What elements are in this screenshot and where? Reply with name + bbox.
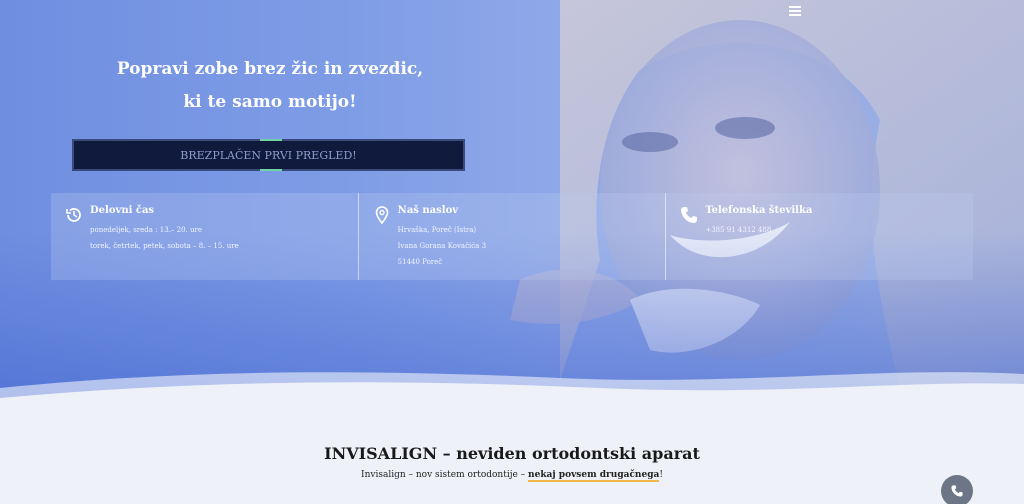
hero-headline-line2: ki te samo motijo! xyxy=(183,92,357,112)
phone-number-link[interactable]: +385 91 4312 488 xyxy=(705,222,973,238)
address-block: Naš naslov Hrvaška, Poreč (Istra) Ivana … xyxy=(357,193,666,280)
clock-history-icon xyxy=(66,208,81,222)
section-title: INVISALIGN – neviden ortodontski aparat xyxy=(324,444,700,463)
hero-wave-divider xyxy=(0,372,1024,420)
section-subtitle-text: Invisalign – nov sistem ortodontije – xyxy=(361,470,529,480)
map-pin-icon xyxy=(375,206,388,225)
call-button[interactable] xyxy=(941,475,973,504)
phone-block: Telefonska številka +385 91 4312 488 xyxy=(665,193,973,280)
section-subtitle-end: ! xyxy=(659,470,663,480)
address-line: 51440 Poreč xyxy=(397,258,443,266)
phone-title: Telefonska številka xyxy=(705,205,813,216)
section-subtitle: Invisalign – nov sistem ortodontije – ne… xyxy=(0,470,1024,482)
hours-title: Delovni čas xyxy=(90,205,155,216)
address-line: Ivana Gorana Kovačića 3 xyxy=(397,242,487,250)
hamburger-menu-icon[interactable] xyxy=(786,4,804,18)
address-title: Naš naslov xyxy=(397,205,459,216)
hero-headline-line1: Popravi zobe brez žic in zvezdic, xyxy=(116,59,424,79)
hours-block: Delovni čas ponedeljek, sreda : 13.– 20.… xyxy=(51,193,358,280)
hours-line: torek, četrtek, petek, sobota – 8. – 15.… xyxy=(90,242,239,250)
hours-line: ponedeljek, sreda : 13.– 20. ure xyxy=(90,226,202,234)
phone-icon xyxy=(951,485,963,497)
phone-icon xyxy=(681,207,698,223)
info-bar: Delovni čas ponedeljek, sreda : 13.– 20.… xyxy=(51,193,973,280)
free-checkup-button[interactable]: BREZPLAČEN PRVI PREGLED! xyxy=(72,139,465,171)
address-line: Hrvaška, Poreč (Istra) xyxy=(397,226,477,234)
section-subtitle-highlight: nekaj povsem drugačnega xyxy=(528,470,660,482)
